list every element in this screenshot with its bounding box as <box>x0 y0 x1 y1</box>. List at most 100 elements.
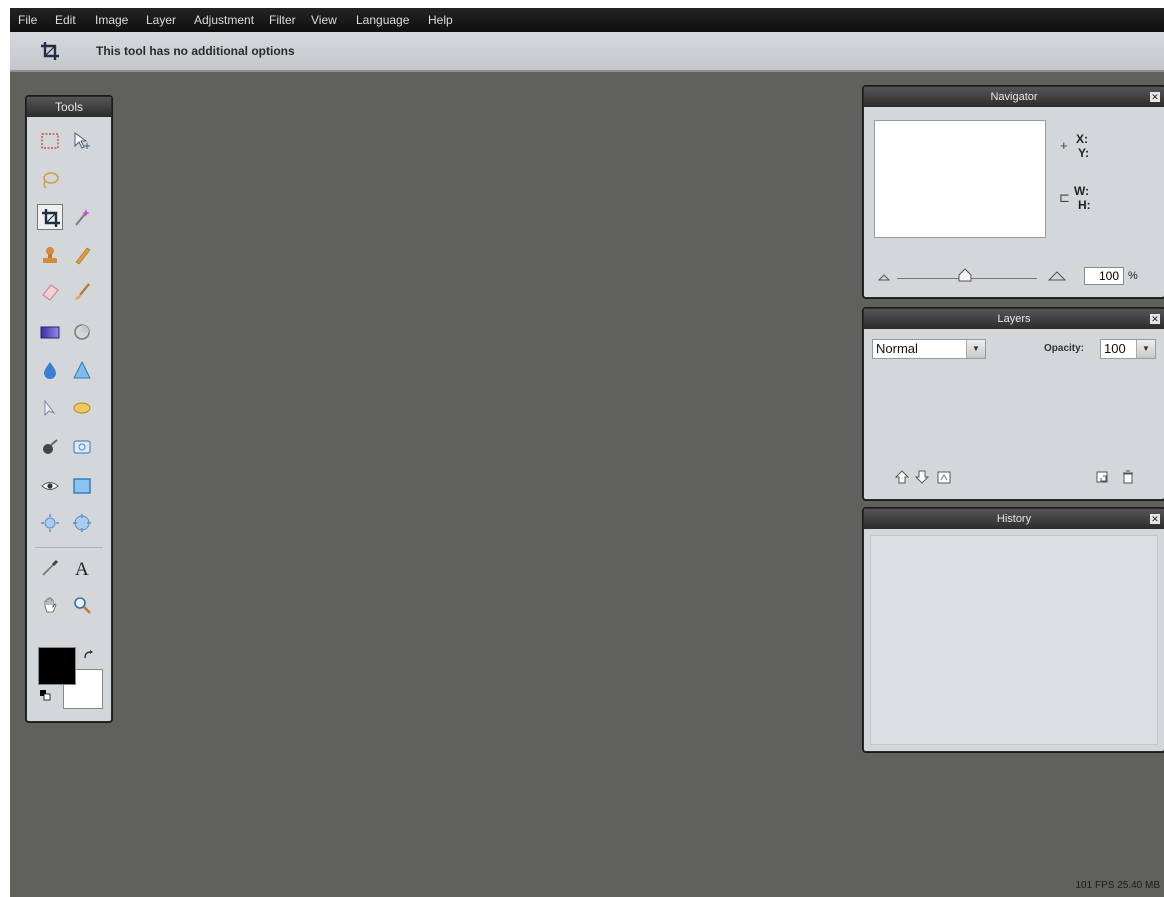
menu-image[interactable]: Image <box>95 13 128 27</box>
move-tool[interactable] <box>69 128 95 154</box>
smudge-tool[interactable] <box>37 395 63 421</box>
navigator-title-text: Navigator <box>990 91 1038 103</box>
navigator-preview[interactable] <box>874 120 1046 238</box>
close-icon[interactable]: ✕ <box>1150 314 1160 324</box>
opacity-select[interactable]: 100 ▼ <box>1100 339 1156 359</box>
menu-layer[interactable]: Layer <box>146 13 176 27</box>
pencil-icon <box>75 247 91 265</box>
eye-icon <box>41 482 59 490</box>
eyedropper-icon <box>42 559 59 576</box>
history-list[interactable] <box>870 535 1158 745</box>
smudge-icon <box>44 399 56 417</box>
tools-divider <box>35 547 103 548</box>
brush-tool[interactable] <box>69 279 95 305</box>
zoom-tool[interactable] <box>69 592 95 618</box>
layers-title-text: Layers <box>997 313 1031 325</box>
x-label: X: <box>1076 132 1088 146</box>
eraser-icon <box>42 284 59 301</box>
shape-tool[interactable] <box>69 473 95 499</box>
move-icon <box>74 132 90 149</box>
history-panel: History ✕ <box>863 508 1164 752</box>
history-title: History ✕ <box>864 509 1164 529</box>
dodge-icon <box>73 440 91 454</box>
move-layer-down-icon[interactable] <box>914 469 930 485</box>
menu-help[interactable]: Help <box>428 13 453 27</box>
menu-bar: File Edit Image Layer Adjustment Filter … <box>10 8 1164 32</box>
sharpen-icon <box>73 360 91 379</box>
pencil-tool[interactable] <box>69 242 95 268</box>
blur-drop-icon <box>44 362 56 379</box>
zoom-out-icon[interactable] <box>878 273 890 281</box>
hand-icon <box>44 597 57 613</box>
blur-tool[interactable] <box>37 357 63 383</box>
eraser-tool[interactable] <box>37 279 63 305</box>
zoom-percent-sign: % <box>1128 270 1138 282</box>
crop-icon <box>42 209 60 227</box>
color-picker-tool[interactable] <box>37 555 63 581</box>
selection-size-icon: ⊏ <box>1059 190 1070 205</box>
blend-mode-value: Normal <box>876 341 918 356</box>
y-label: Y: <box>1078 146 1090 160</box>
marquee-select-tool[interactable] <box>37 128 63 154</box>
status-readout: 101 FPS 25.40 MB <box>1075 880 1161 891</box>
rectangle-shape-icon <box>73 478 91 494</box>
lasso-tool[interactable] <box>37 167 63 193</box>
burn-tool[interactable] <box>37 434 63 460</box>
layer-style-icon[interactable] <box>936 469 952 485</box>
sponge-icon <box>73 402 91 414</box>
menu-view[interactable]: View <box>311 13 337 27</box>
layers-title: Layers ✕ <box>864 309 1164 329</box>
history-title-text: History <box>996 513 1032 525</box>
tools-panel-title: Tools <box>27 97 111 117</box>
color-replace-icon <box>74 324 90 340</box>
zoom-in-icon[interactable] <box>1048 271 1066 281</box>
sponge-tool[interactable] <box>69 395 95 421</box>
menu-language[interactable]: Language <box>356 13 409 27</box>
foreground-color-swatch[interactable] <box>38 647 76 685</box>
trash-icon[interactable] <box>1120 469 1136 485</box>
tool-options-message: This tool has no additional options <box>96 44 295 58</box>
menu-file[interactable]: File <box>18 13 37 27</box>
hand-tool[interactable] <box>37 592 63 618</box>
crop-tool[interactable] <box>37 204 63 230</box>
tool-options-bar: This tool has no additional options <box>10 32 1164 72</box>
move-layer-up-icon[interactable] <box>894 469 910 485</box>
red-eye-tool[interactable] <box>37 473 63 499</box>
blend-mode-select[interactable]: Normal ▼ <box>872 339 986 359</box>
opacity-label: Opacity: <box>1044 343 1085 354</box>
close-icon[interactable]: ✕ <box>1150 514 1160 524</box>
swap-colors-icon[interactable] <box>83 649 95 661</box>
opacity-value: 100 <box>1104 341 1126 356</box>
chevron-down-icon: ▼ <box>1136 340 1155 358</box>
sharpen-tool[interactable] <box>69 357 95 383</box>
magic-wand-icon <box>75 209 90 226</box>
default-colors-icon[interactable] <box>39 689 51 701</box>
clone-stamp-tool[interactable] <box>37 242 63 268</box>
menu-adjustment[interactable]: Adjustment <box>194 13 254 27</box>
gradient-tool[interactable] <box>37 319 63 345</box>
crosshair-icon: + <box>1060 138 1068 153</box>
marquee-icon <box>41 133 59 149</box>
pinch-icon <box>73 514 91 532</box>
close-icon[interactable]: ✕ <box>1150 92 1160 102</box>
bloat-icon <box>41 514 59 532</box>
navigator-panel: Navigator ✕ + X: Y: ⊏ W: H: 100 % <box>863 86 1164 298</box>
zoom-percent-input[interactable]: 100 <box>1084 267 1124 285</box>
menu-filter[interactable]: Filter <box>269 13 296 27</box>
layers-panel: Layers ✕ Normal ▼ Opacity: 100 ▼ <box>863 308 1164 500</box>
new-layer-icon[interactable] <box>1094 469 1110 485</box>
brush-icon <box>75 283 90 300</box>
bloat-tool[interactable] <box>37 510 63 536</box>
color-replace-tool[interactable] <box>69 319 95 345</box>
dodge-tool[interactable] <box>69 434 95 460</box>
text-tool-icon: A <box>75 559 89 578</box>
w-label: W: <box>1074 184 1090 198</box>
pinch-tool[interactable] <box>69 510 95 536</box>
type-tool[interactable]: A <box>69 555 95 581</box>
h-label: H: <box>1078 198 1091 212</box>
tools-panel: Tools A <box>26 96 112 722</box>
zoom-slider-thumb[interactable] <box>958 268 972 282</box>
menu-edit[interactable]: Edit <box>55 13 76 27</box>
magic-wand-tool[interactable] <box>69 204 95 230</box>
svg-text:A: A <box>75 559 89 578</box>
